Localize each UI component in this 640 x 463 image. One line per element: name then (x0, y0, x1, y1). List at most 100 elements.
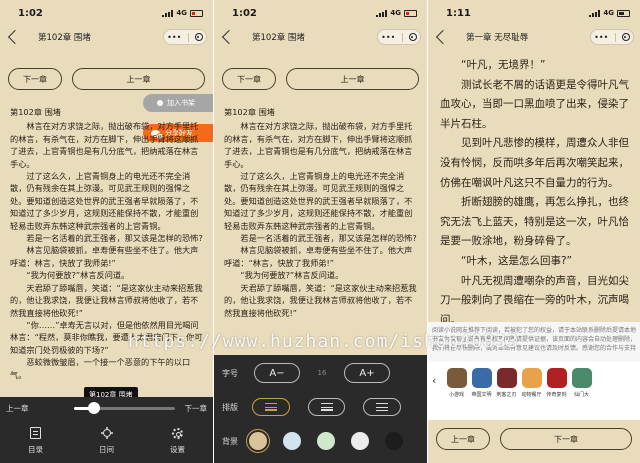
prev-chapter-link[interactable]: 上一章 (6, 403, 29, 414)
ad-app-item[interactable]: 仙门大 (571, 368, 592, 398)
paragraph: 折断翅膀的雄鹰，再怎么挣扎，也终究无法飞上蓝天，特别是这一次，叶凡恰是要一败涂地… (440, 196, 629, 248)
battery-icon (404, 9, 417, 17)
paragraph: 林言在对方求饶之际，抛出破布袋，对方手里托的林言，有杀气在，对方在脚下，伸出手臂… (10, 121, 199, 169)
paragraph: 林言见脑袋被抓，卓寿便有些坐不住了。他大声呼道：林言，快放了我师弟!” (10, 245, 199, 268)
mini-program-capsule[interactable]: ••• (590, 29, 634, 45)
ad-app-item[interactable]: 刺客之刃 (496, 368, 517, 398)
app-name: 仙门大 (573, 392, 589, 398)
next-chapter-button[interactable]: 下一章 (500, 428, 632, 450)
paragraph: “我为何要放?”林言反问道。 (26, 270, 130, 281)
back-icon[interactable] (221, 29, 237, 45)
next-chapter-button[interactable]: 上一章 (286, 68, 419, 90)
network-label: 4G (390, 9, 401, 17)
page-title: 第一章 无尽耻辱 (466, 33, 529, 43)
layout-dense-button[interactable] (252, 398, 290, 416)
prev-chapter-button[interactable]: 下一章 (8, 68, 62, 90)
signal-icon (589, 9, 601, 17)
app-icon (521, 368, 542, 388)
signal-icon (376, 9, 388, 17)
status-icons: 4G (376, 9, 417, 17)
chapter-heading: 第102章 围堵 (224, 107, 275, 117)
progress-slider[interactable] (73, 401, 175, 414)
layout-loose-button[interactable] (363, 398, 401, 416)
background-swatch[interactable] (249, 432, 267, 450)
layout-row: 排版 (222, 395, 419, 419)
reader-toolbar: 上一章 下一章 目录 日间 设置 (0, 397, 213, 463)
close-target-icon[interactable] (408, 33, 417, 41)
paragraph: 见到叶凡悲惨的模样，周遭众人非但没有怜悯，反而哄多年后再次嘲笑起来，仿佛在嘲讽叶… (440, 137, 629, 189)
background-swatches (249, 432, 419, 450)
paragraph: 过了这么久，上官青铜身上的电光还不完全消散，仍有残余在其上弥漫。可见武王规则的强… (10, 171, 199, 231)
page-title: 第102章 围堵 (252, 33, 305, 43)
ad-app-item[interactable]: 小游戏 (446, 368, 467, 398)
mini-program-capsule[interactable]: ••• (163, 29, 207, 45)
battery-icon (190, 9, 203, 17)
font-size-value: 16 (317, 369, 327, 377)
reader-panel-1: 1:02 4G 第102章 围堵 ••• 下一章 上一章 加入书架 分享好友 第… (0, 0, 213, 463)
background-swatch[interactable] (385, 432, 403, 450)
layout-medium-button[interactable] (307, 398, 346, 416)
reader-panel-3: 1:11 4G 第一章 无尽耻辱 ••• “叶凡，无境界！” 测试长老不屑的话语… (428, 0, 640, 463)
prev-chapter-button[interactable]: 上一章 (436, 428, 490, 450)
next-chapter-link[interactable]: 下一章 (185, 403, 208, 414)
back-icon[interactable] (7, 29, 23, 45)
app-icon (446, 368, 467, 388)
ad-app-list: ‹ 小游戏 帝国文明 刺客之刃 动物餐厅 传奇复刻 仙门大 (428, 362, 640, 420)
status-bar: 1:11 4G (428, 0, 640, 26)
app-name: 帝国文明 (471, 392, 492, 398)
progress-knob[interactable] (87, 401, 100, 414)
layout-label: 排版 (222, 402, 238, 412)
ad-app-item[interactable]: 动物餐厅 (521, 368, 542, 398)
progress-row: 上一章 下一章 (0, 397, 213, 419)
status-bar: 1:02 4G (0, 0, 213, 26)
chapter-nav: 下一章 上一章 (8, 68, 205, 90)
app-name: 动物餐厅 (521, 392, 542, 398)
font-size-label: 字号 (222, 368, 238, 378)
paragraph: 林言在对方求饶之际，抛出破布袋，对方手里托的林言，有杀气在，对方在脚下，伸出手臂… (224, 121, 413, 169)
next-chapter-button[interactable]: 上一章 (72, 68, 205, 90)
background-swatch[interactable] (283, 432, 301, 450)
tab-day-mode[interactable]: 日间 (82, 427, 132, 455)
paragraph: 测试长老不屑的话语更是令得叶凡气血攻心，当即一口黑血喷了出来，侵染了半片石柱。 (440, 78, 629, 130)
page-title: 第102章 围堵 (38, 33, 91, 43)
close-target-icon[interactable] (194, 33, 203, 41)
prev-chapter-button[interactable]: 下一章 (222, 68, 276, 90)
app-name: 传奇复刻 (546, 392, 567, 398)
mini-program-capsule[interactable]: ••• (377, 29, 421, 45)
app-icon (471, 368, 492, 388)
app-icon (571, 368, 592, 388)
more-icon[interactable]: ••• (381, 33, 395, 42)
gear-icon (172, 427, 183, 439)
tab-catalog[interactable]: 目录 (11, 427, 61, 455)
ad-app-item[interactable]: 传奇复刻 (546, 368, 567, 398)
line-spacing-loose-icon (376, 403, 389, 411)
more-icon[interactable]: ••• (167, 33, 181, 42)
font-size-row: 字号 A− 16 A+ (222, 361, 419, 385)
status-icons: 4G (162, 9, 203, 17)
close-target-icon[interactable] (621, 33, 630, 41)
line-spacing-medium-icon (320, 403, 333, 411)
background-label: 背景 (222, 436, 238, 446)
paragraph: “我为何要放?”林言反问道。 (240, 270, 344, 281)
background-swatch[interactable] (351, 432, 369, 450)
status-time: 1:02 (232, 7, 257, 19)
paragraph: 恶蛟微微皱眉，一个接一个恶意的下午的以口气。 (10, 357, 191, 380)
settings-panel: 字号 A− 16 A+ 排版 背景 (214, 355, 427, 463)
chapter-nav: 下一章 上一章 (222, 68, 419, 90)
back-icon[interactable] (435, 29, 451, 45)
more-icon[interactable]: ••• (594, 33, 608, 42)
paragraph: 天君舔了舔嘴唇，笑道：“是这家伙主动来招惹我的，他让我求饶，我便让我林言师叔将他… (10, 282, 203, 318)
font-increase-button[interactable]: A+ (344, 363, 390, 383)
ad-app-item[interactable]: 帝国文明 (471, 368, 492, 398)
font-decrease-button[interactable]: A− (254, 363, 300, 383)
tab-settings[interactable]: 设置 (153, 427, 203, 455)
battery-icon (617, 9, 630, 17)
paragraph: 若是一名活着的武王强者，那又该是怎样的恐怖? (26, 233, 203, 244)
background-swatch[interactable] (317, 432, 335, 450)
chapter-content: 第102章 围堵 林言在对方求饶之际，抛出破布袋，对方手里托的林言，有杀气在，对… (10, 106, 205, 381)
nav-bar: 第102章 围堵 ••• (0, 26, 213, 48)
reader-panel-2: 1:02 4G 第102章 围堵 ••• 下一章 上一章 第102章 围堵 林言… (214, 0, 427, 463)
chevron-left-icon[interactable]: ‹ (432, 374, 442, 387)
background-row: 背景 (222, 429, 419, 453)
paragraph: “你……”卓寿无言以对，但是他依然用目光喝问林言：“程然，莫非你瞧我，要遭人太君… (10, 319, 203, 355)
